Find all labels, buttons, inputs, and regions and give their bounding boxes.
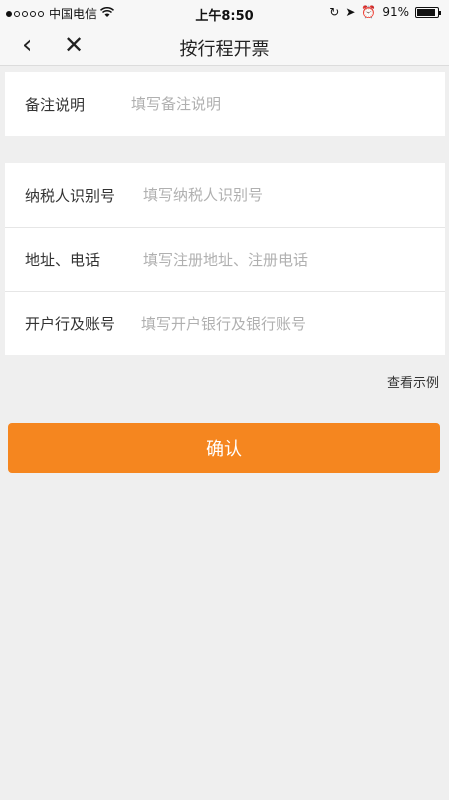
remarks-card: 备注说明	[5, 72, 445, 136]
status-right: ↻ ➤ ⏰ 91%	[329, 5, 441, 19]
nav-bar: ‹ ✕ 按行程开票	[0, 26, 449, 66]
taxpayer-id-label: 纳税人识别号	[25, 186, 116, 205]
taxpayer-id-input[interactable]	[143, 186, 433, 204]
page-title: 按行程开票	[179, 39, 270, 60]
confirm-button[interactable]: 确认	[8, 423, 440, 473]
invoice-info-card: 纳税人识别号 地址、电话 开户行及账号	[5, 163, 445, 355]
bank-account-row: 开户行及账号	[5, 291, 445, 355]
address-phone-label: 地址、电话	[25, 251, 101, 269]
bank-account-label: 开户行及账号	[25, 315, 116, 333]
alarm-icon: ⏰	[361, 5, 377, 19]
remarks-row: 备注说明	[5, 72, 445, 136]
remarks-label: 备注说明	[25, 95, 86, 114]
battery-percent: 91%	[382, 5, 409, 19]
remarks-input[interactable]	[131, 95, 421, 113]
battery-icon	[415, 6, 441, 18]
address-phone-row: 地址、电话	[5, 227, 445, 291]
location-icon: ➤	[345, 5, 356, 19]
address-phone-input[interactable]	[143, 250, 433, 269]
status-bar: 中国电信 上午8:50 ↻ ➤ ⏰ 91%	[0, 0, 449, 26]
rotation-lock-icon: ↻	[329, 5, 340, 19]
taxpayer-id-row: 纳税人识别号	[5, 163, 445, 227]
view-example-link[interactable]: 查看示例	[387, 372, 439, 391]
bank-account-input[interactable]	[141, 314, 431, 333]
